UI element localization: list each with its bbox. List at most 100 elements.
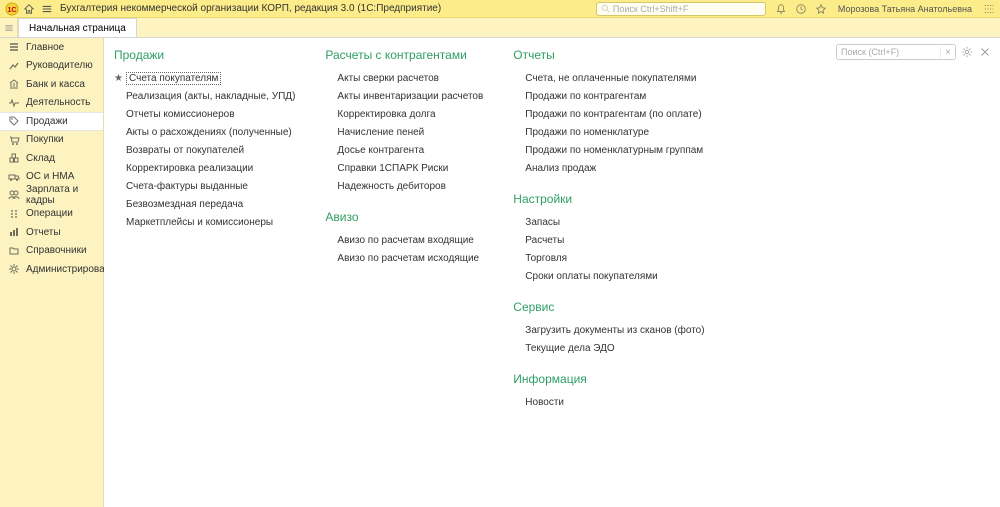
- global-search-input[interactable]: Поиск Ctrl+Shift+F: [596, 2, 766, 16]
- sale-icon: [8, 115, 20, 127]
- sidebar-item-admin[interactable]: Администрирование: [0, 260, 103, 279]
- tab-start[interactable]: Начальная страница: [18, 18, 137, 37]
- section-title-settings: Настройки: [513, 192, 704, 206]
- chart-line-icon: [8, 60, 20, 72]
- people-icon: [8, 189, 20, 201]
- sidebar-item-operations[interactable]: Операции: [0, 205, 103, 224]
- section-title-reports: Отчеты: [513, 48, 704, 62]
- burger-icon[interactable]: [40, 2, 54, 16]
- column-reports: Отчеты Счета, не оплаченные покупателями…: [513, 48, 704, 412]
- link-item[interactable]: Сроки оплаты покупателями: [513, 268, 704, 286]
- search-clear-icon[interactable]: ×: [940, 47, 951, 58]
- sidebar-item-label: Покупки: [26, 134, 64, 145]
- bell-icon[interactable]: [774, 2, 788, 16]
- sidebar-item-main[interactable]: Главное: [0, 38, 103, 57]
- link-item[interactable]: Возвраты от покупателей: [114, 142, 295, 160]
- link-item[interactable]: Начисление пеней: [325, 124, 483, 142]
- user-name[interactable]: Морозова Татьяна Анатольевна: [838, 4, 972, 14]
- settings-gear-icon[interactable]: [960, 45, 974, 59]
- sidebar-item-purchases[interactable]: Покупки: [0, 131, 103, 150]
- link-item[interactable]: Счета, не оплаченные покупателями: [513, 70, 704, 88]
- link-item[interactable]: Текущие дела ЭДО: [513, 340, 704, 358]
- tab-bar: Начальная страница: [0, 18, 1000, 38]
- logo-1c-icon: 1С: [4, 1, 20, 17]
- link-item[interactable]: Корректировка долга: [325, 106, 483, 124]
- tab-start-label: Начальная страница: [29, 23, 126, 34]
- sidebar-item-label: Отчеты: [26, 227, 61, 238]
- sidebar-item-label: Банк и касса: [26, 79, 85, 90]
- gear-icon: [8, 263, 20, 275]
- close-icon[interactable]: [978, 45, 992, 59]
- link-item[interactable]: Продажи по номенклатурным группам: [513, 142, 704, 160]
- section-title-sales: Продажи: [114, 48, 295, 62]
- link-accounts-buyers[interactable]: ★Счета покупателям: [114, 70, 295, 88]
- link-item[interactable]: Корректировка реализации: [114, 160, 295, 178]
- link-item[interactable]: Расчеты: [513, 232, 704, 250]
- sidebar-item-warehouse[interactable]: Склад: [0, 149, 103, 168]
- sidebar-item-references[interactable]: Справочники: [0, 242, 103, 261]
- link-item[interactable]: Новости: [513, 394, 704, 412]
- star-icon[interactable]: [814, 2, 828, 16]
- link-item[interactable]: Продажи по контрагентам (по оплате): [513, 106, 704, 124]
- link-item[interactable]: Запасы: [513, 214, 704, 232]
- column-sales: Продажи ★Счета покупателям Реализация (а…: [114, 48, 295, 412]
- link-item[interactable]: Отчеты комиссионеров: [114, 106, 295, 124]
- history-icon[interactable]: [794, 2, 808, 16]
- svg-text:1С: 1С: [8, 7, 17, 14]
- link-item[interactable]: Загрузить документы из сканов (фото): [513, 322, 704, 340]
- sidebar-item-label: Справочники: [26, 245, 87, 256]
- sidebar-item-label: Продажи: [26, 116, 68, 127]
- tab-burger-icon[interactable]: [0, 18, 18, 37]
- link-item[interactable]: Досье контрагента: [325, 142, 483, 160]
- sidebar-item-label: Склад: [26, 153, 55, 164]
- app-title: Бухгалтерия некоммерческой организации К…: [60, 3, 441, 14]
- link-item[interactable]: Справки 1СПАРК Риски: [325, 160, 483, 178]
- sidebar-item-bank[interactable]: Банк и касса: [0, 75, 103, 94]
- operations-icon: [8, 208, 20, 220]
- link-item[interactable]: Продажи по номенклатуре: [513, 124, 704, 142]
- bar-chart-icon: [8, 226, 20, 238]
- section-title-aviso: Авизо: [325, 210, 483, 224]
- link-item[interactable]: Надежность дебиторов: [325, 178, 483, 196]
- section-title-info: Информация: [513, 372, 704, 386]
- cart-icon: [8, 134, 20, 146]
- link-item[interactable]: Авизо по расчетам входящие: [325, 232, 483, 250]
- truck-icon: [8, 171, 20, 183]
- bank-icon: [8, 78, 20, 90]
- link-item[interactable]: Торговля: [513, 250, 704, 268]
- sidebar-item-reports[interactable]: Отчеты: [0, 223, 103, 242]
- link-item[interactable]: Безвозмездная передача: [114, 196, 295, 214]
- sidebar-item-activity[interactable]: Деятельность: [0, 94, 103, 113]
- link-item[interactable]: Маркетплейсы и комиссионеры: [114, 214, 295, 232]
- menu-icon[interactable]: [982, 2, 996, 16]
- page-controls: Поиск (Ctrl+F) ×: [836, 44, 992, 60]
- link-item[interactable]: Акты инвентаризации расчетов: [325, 88, 483, 106]
- sidebar-item-label: Руководителю: [26, 60, 93, 71]
- global-search-placeholder: Поиск Ctrl+Shift+F: [613, 4, 688, 14]
- sidebar: Главное Руководителю Банк и касса Деятел…: [0, 38, 104, 507]
- link-item[interactable]: Акты сверки расчетов: [325, 70, 483, 88]
- link-item[interactable]: Продажи по контрагентам: [513, 88, 704, 106]
- page-search-input[interactable]: Поиск (Ctrl+F) ×: [836, 44, 956, 60]
- sidebar-item-sales[interactable]: Продажи: [0, 112, 103, 131]
- folder-icon: [8, 245, 20, 257]
- star-marker-icon: ★: [114, 72, 123, 86]
- link-item[interactable]: Счета-фактуры выданные: [114, 178, 295, 196]
- sidebar-item-salary[interactable]: Зарплата и кадры: [0, 186, 103, 205]
- link-item[interactable]: Анализ продаж: [513, 160, 704, 178]
- home-icon[interactable]: [22, 2, 36, 16]
- sidebar-item-label: Операции: [26, 208, 73, 219]
- page-search-placeholder: Поиск (Ctrl+F): [841, 47, 899, 57]
- link-item[interactable]: Авизо по расчетам исходящие: [325, 250, 483, 268]
- main-content: Поиск (Ctrl+F) × Продажи ★Счета покупате…: [104, 38, 1000, 507]
- section-title-service: Сервис: [513, 300, 704, 314]
- sidebar-item-manager[interactable]: Руководителю: [0, 57, 103, 76]
- link-item[interactable]: Реализация (акты, накладные, УПД): [114, 88, 295, 106]
- section-title-counterparties: Расчеты с контрагентами: [325, 48, 483, 62]
- sidebar-item-assets[interactable]: ОС и НМА: [0, 168, 103, 187]
- sidebar-item-label: Деятельность: [26, 97, 90, 108]
- link-item[interactable]: Акты о расхождениях (полученные): [114, 124, 295, 142]
- search-icon: [601, 4, 610, 13]
- sidebar-item-label: Зарплата и кадры: [26, 184, 95, 206]
- sidebar-item-label: Главное: [26, 42, 64, 53]
